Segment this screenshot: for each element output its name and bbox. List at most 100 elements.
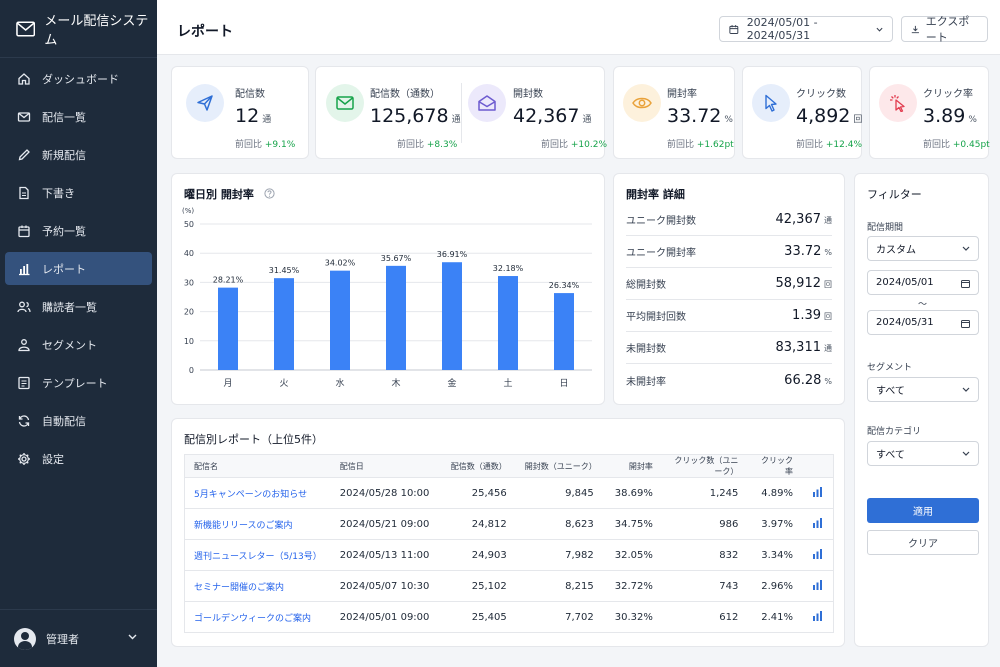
period-select[interactable]: カスタム xyxy=(867,236,979,261)
mail-icon xyxy=(17,111,31,122)
x-tick-label: 土 xyxy=(503,377,512,389)
bar-chart-icon[interactable] xyxy=(812,517,823,528)
page-title: レポート xyxy=(177,24,233,40)
data-label: 34.02% xyxy=(325,259,356,268)
delivery-name-link[interactable]: 5月キャンペーンのお知らせ xyxy=(194,490,307,500)
users-icon xyxy=(17,301,31,312)
report-table-body: 5月キャンペーンのお知らせ 2024/05/28 10:00 25,456 9,845… xyxy=(184,477,834,633)
kpi-comparison: 前回比 +12.4% xyxy=(796,140,863,150)
delivery-name-link[interactable]: 週刊ニュースレター（5/13号） xyxy=(194,552,322,562)
open-rate: 34.75% xyxy=(602,508,662,540)
table-row: 5月キャンペーンのお知らせ 2024/05/28 10:00 25,456 9,845… xyxy=(184,477,834,509)
sidebar-item-settings[interactable]: 設定 xyxy=(5,442,152,475)
sidebar-item-drafts[interactable]: 下書き xyxy=(5,176,152,209)
delivery-name-link[interactable]: ゴールデンウィークのご案内 xyxy=(194,614,311,624)
table-cell xyxy=(802,601,834,633)
data-label: 35.67% xyxy=(381,254,412,263)
gear-icon xyxy=(18,452,30,465)
bar-chart-icon[interactable] xyxy=(812,548,823,559)
col-header-opens[interactable]: 開封数（ユニーク） xyxy=(515,454,603,478)
table-cell xyxy=(802,539,834,571)
category-select[interactable]: すべて xyxy=(867,441,979,466)
sidebar-item-dashboard[interactable]: ダッシュボード xyxy=(5,62,152,95)
sidebar-item-label: ダッシュボード xyxy=(42,72,119,86)
open-count: 7,702 xyxy=(515,601,603,633)
detail-row-unopened: 未開封数 83,311 通 xyxy=(626,332,832,364)
table-cell: セミナー開催のご案内 xyxy=(184,570,331,602)
calendar-icon xyxy=(961,320,970,328)
sidebar-item-label: テンプレート xyxy=(42,376,108,390)
sidebar-item-new[interactable]: 新規配信 xyxy=(5,138,152,171)
delivery-date: 2024/05/13 11:00 xyxy=(330,539,439,571)
sidebar-item-templates[interactable]: テンプレート xyxy=(5,366,152,399)
sidebar-nav: ダッシュボード 配信一覧 新規配信 下書き 予約一覧 レポート 購読者一覧 セグ… xyxy=(0,58,157,475)
category-label: 配信カテゴリ xyxy=(867,427,922,437)
kpi-comparison: 前回比 +10.2% xyxy=(541,140,608,150)
date-range-text: 2024/05/01 - 2024/05/31 xyxy=(746,16,818,42)
user-menu[interactable]: 管理者 xyxy=(0,609,157,667)
sidebar-item-scheduled[interactable]: 予約一覧 xyxy=(5,214,152,247)
date-to-input[interactable]: 2024/05/31 xyxy=(867,310,979,335)
document-icon xyxy=(19,186,29,199)
col-header-sent[interactable]: 配信数（通数） xyxy=(438,454,516,478)
y-tick-label: 30 xyxy=(184,278,194,287)
export-button[interactable]: エクスポート xyxy=(901,15,988,44)
date-range-picker[interactable]: 2024/05/01 - 2024/05/31 xyxy=(719,16,893,42)
col-header-clicks[interactable]: クリック数（ユニーク） xyxy=(661,454,748,478)
bar-chart-icon[interactable] xyxy=(812,579,823,590)
sidebar: メール配信システム ダッシュボード 配信一覧 新規配信 下書き 予約一覧 レポー… xyxy=(0,0,157,667)
table-row: 新機能リリースのご案内 2024/05/21 09:00 24,812 8,623 34… xyxy=(184,508,834,540)
bar-chart-icon[interactable] xyxy=(812,486,823,497)
detail-row-unique-open-rate: ユニーク開封率 33.72% xyxy=(626,236,832,268)
date-range-separator: ～ xyxy=(917,300,927,310)
x-tick-label: 水 xyxy=(335,377,344,389)
sidebar-item-label: 下書き xyxy=(42,186,75,200)
col-header-open-rate[interactable]: 開封率 xyxy=(602,454,662,478)
col-header-click-rate[interactable]: クリック率 xyxy=(747,454,802,478)
table-cell xyxy=(802,570,834,602)
kpi-card-click-rate: クリック率 3.89% 前回比 +0.45pt xyxy=(869,66,990,159)
chevron-down-icon xyxy=(128,634,137,640)
col-header-date[interactable]: 配信日 xyxy=(330,454,439,478)
detail-row-avg-opens: 平均開封回数 1.39 回 xyxy=(626,300,832,332)
sidebar-item-subscribers[interactable]: 購読者一覧 xyxy=(5,290,152,323)
delivery-name-link[interactable]: セミナー開催のご案内 xyxy=(194,583,284,593)
download-icon xyxy=(911,25,919,33)
sidebar-item-deliveries[interactable]: 配信一覧 xyxy=(5,100,152,133)
sidebar-item-label: 予約一覧 xyxy=(42,224,86,238)
filter-panel: フィルター 配信期間 カスタム 2024/05/01 ～ 2024/05/31 … xyxy=(854,173,989,647)
detail-row-unique-opens: ユニーク開封数 42,367 通 xyxy=(626,204,832,236)
bar-chart-icon[interactable] xyxy=(812,610,823,621)
table-cell xyxy=(802,477,834,509)
apply-button[interactable]: 適用 xyxy=(867,498,979,523)
kpi-value: 42,367 通 xyxy=(513,105,592,127)
kpi-value: 3.89% xyxy=(923,105,977,127)
data-label: 36.91% xyxy=(437,250,468,259)
delivery-date: 2024/05/01 09:00 xyxy=(330,601,439,633)
click-rate: 2.41% xyxy=(747,601,802,633)
app-title: メール配信システム xyxy=(44,13,149,48)
kpi-label: クリック数 xyxy=(796,89,846,100)
data-label: 32.18% xyxy=(493,264,524,273)
bar-2 xyxy=(330,270,350,370)
kpi-card-open-rate: 開封率 33.72% 前回比 +1.62pt xyxy=(613,66,735,159)
table-cell: 新機能リリースのご案内 xyxy=(184,508,331,540)
x-tick-label: 火 xyxy=(279,378,288,389)
brand[interactable]: メール配信システム xyxy=(0,0,157,58)
date-from-input[interactable]: 2024/05/01 xyxy=(867,270,979,295)
sidebar-item-segments[interactable]: セグメント xyxy=(5,328,152,361)
delivery-name-link[interactable]: 新機能リリースのご案内 xyxy=(194,521,293,531)
clear-button[interactable]: クリア xyxy=(867,530,979,555)
segment-select[interactable]: すべて xyxy=(867,377,979,402)
x-tick-label: 日 xyxy=(559,378,568,389)
detail-row-unopened-rate: 未開封率 66.28% xyxy=(626,372,832,388)
col-header-name[interactable]: 配信名 xyxy=(184,454,331,478)
report-title: 配信別レポート（上位5件） xyxy=(184,433,323,446)
y-tick-label: 40 xyxy=(184,249,194,258)
detail-row-total-opens: 総開封数 58,912 回 xyxy=(626,268,832,300)
eye-icon xyxy=(623,84,661,122)
sidebar-item-label: レポート xyxy=(42,262,86,276)
sent-count: 24,812 xyxy=(438,508,516,540)
sidebar-item-automation[interactable]: 自動配信 xyxy=(5,404,152,437)
sidebar-item-reports[interactable]: レポート xyxy=(5,252,152,285)
